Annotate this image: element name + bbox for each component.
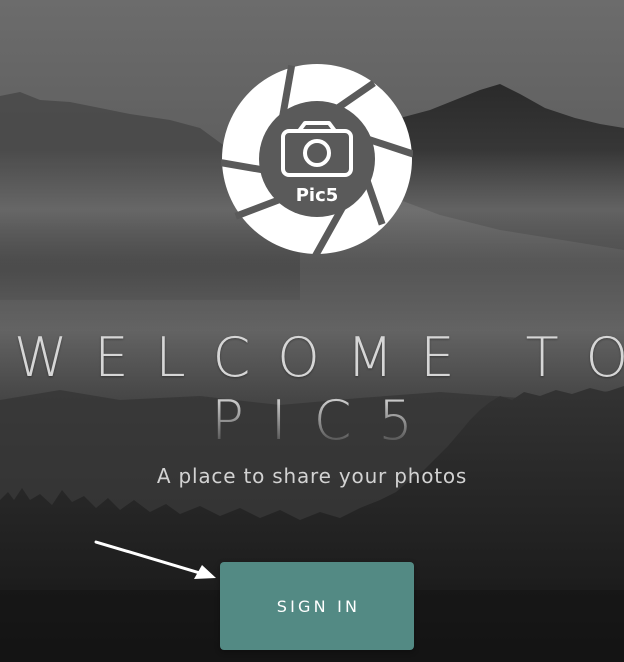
logo-text: Pic5 xyxy=(296,185,339,206)
welcome-heading: WELCOME TO xyxy=(14,326,624,389)
pic5-logo: Pic5 xyxy=(221,64,413,255)
arrow-annotation xyxy=(94,540,216,579)
welcome-page: Pic5 WELCOME TO PIC5 A place to share yo… xyxy=(0,0,624,662)
tagline: A place to share your photos xyxy=(156,464,468,488)
sign-in-button[interactable]: SIGN IN xyxy=(220,562,414,650)
brand-heading: PIC5 xyxy=(211,389,440,452)
